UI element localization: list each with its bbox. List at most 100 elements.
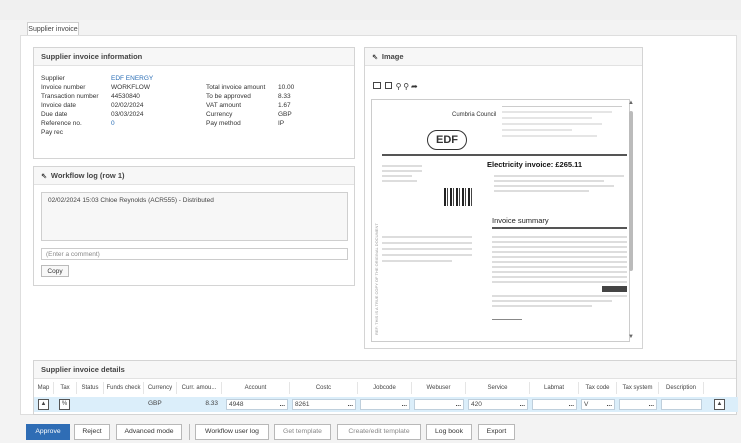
labmat-field[interactable]: ... <box>532 399 577 410</box>
zoom-out-icon[interactable]: ⚲ <box>403 82 409 91</box>
due-date-label: Due date <box>41 111 68 118</box>
account-lookup-icon[interactable]: ... <box>280 400 285 409</box>
document-heading: Electricity invoice: £265.11 <box>487 160 583 169</box>
image-header[interactable]: ⇖ Image <box>365 48 642 66</box>
get-template-button[interactable]: Get template <box>274 424 331 440</box>
total-invoice-amount-label: Total invoice amount <box>206 84 266 91</box>
scroll-thumb[interactable] <box>629 111 633 271</box>
vat-amount-value: 1.67 <box>278 102 291 109</box>
advanced-mode-button[interactable]: Advanced mode <box>116 424 182 440</box>
webuser-lookup-icon[interactable]: ... <box>456 400 461 409</box>
jobcode-field[interactable]: ... <box>360 399 410 410</box>
row-collapse-icon[interactable]: ▲ <box>714 399 725 410</box>
tab-supplier-invoice[interactable]: Supplier invoice <box>27 22 79 36</box>
invoice-details-title: Supplier invoice details <box>34 361 736 379</box>
invoice-number-value: WORKFLOW <box>111 84 150 91</box>
invoice-info-panel: Supplier invoice information Supplier ED… <box>33 47 355 159</box>
document-address <box>382 162 422 185</box>
webuser-field[interactable]: ... <box>414 399 464 410</box>
workflow-log-panel: ⇖ Workflow log (row 1) 02/02/2024 15:03 C… <box>33 166 355 286</box>
tax-code-field[interactable]: V... <box>581 399 615 410</box>
scroll-down-icon[interactable]: ▼ <box>627 334 635 340</box>
document-company: Cumbria Council <box>452 112 497 118</box>
col-webuser[interactable]: Webuser <box>412 382 466 394</box>
comment-input[interactable]: (Enter a comment) <box>41 248 348 260</box>
col-funds-check[interactable]: Funds check <box>104 382 144 394</box>
document-barcode <box>444 188 472 206</box>
image-scrollbar[interactable]: ▲ ▼ <box>627 100 635 340</box>
document-account-details <box>502 106 622 151</box>
document-signature <box>492 312 522 320</box>
print-icon[interactable] <box>373 82 381 89</box>
col-tax-code[interactable]: Tax code <box>579 382 617 394</box>
row-currency: GBP <box>148 400 162 407</box>
col-labmat[interactable]: Labmat <box>530 382 579 394</box>
rotate-icon[interactable]: ➦ <box>411 82 418 91</box>
jobcode-lookup-icon[interactable]: ... <box>402 400 407 409</box>
zoom-in-icon[interactable]: ⚲ <box>396 82 402 91</box>
supplier-value[interactable]: EDF ENERGY <box>111 75 153 82</box>
pay-method-label: Pay method <box>206 120 241 127</box>
document-divider <box>382 154 627 156</box>
col-description[interactable]: Description <box>659 382 704 394</box>
expand-icon[interactable]: ⇖ <box>372 54 378 61</box>
image-title: Image <box>381 52 404 61</box>
copy-button[interactable]: Copy <box>41 265 69 277</box>
workflow-log-header[interactable]: ⇖ Workflow log (row 1) <box>34 167 354 185</box>
reference-no-value[interactable]: 0 <box>111 120 115 127</box>
document-summary-lines <box>492 233 627 310</box>
transaction-number-value: 44530840 <box>111 93 140 100</box>
save-icon[interactable] <box>384 82 392 89</box>
col-costc[interactable]: Costc <box>290 382 358 394</box>
col-map[interactable]: Map <box>34 382 54 394</box>
workflow-log-entries: 02/02/2024 15:03 Chloe Reynolds (ACR555)… <box>41 192 348 241</box>
service-field[interactable]: 420... <box>468 399 528 410</box>
tax-system-field[interactable]: ... <box>619 399 657 410</box>
document-details-lines <box>494 172 624 195</box>
map-icon[interactable]: ▲ <box>38 399 49 410</box>
invoice-document-image: REF: THIS IS A TRUE COPY OF THE ORIGINAL… <box>371 99 630 342</box>
service-value: 420 <box>471 401 482 408</box>
description-field[interactable] <box>661 399 702 410</box>
tax-percent-icon[interactable]: % <box>59 399 70 410</box>
col-tax-system[interactable]: Tax system <box>617 382 659 394</box>
tax-system-lookup-icon[interactable]: ... <box>649 400 654 409</box>
col-status[interactable]: Status <box>77 382 104 394</box>
workflow-user-log-button[interactable]: Workflow user log <box>195 424 269 440</box>
costc-field[interactable]: 8261... <box>292 399 356 410</box>
pay-method-value: IP <box>278 120 285 127</box>
service-lookup-icon[interactable]: ... <box>520 400 525 409</box>
costc-lookup-icon[interactable]: ... <box>348 400 353 409</box>
table-row[interactable]: ▲ % GBP 8.33 4948... 8261... ... ... 420… <box>34 397 738 412</box>
log-book-button[interactable]: Log book <box>426 424 472 440</box>
currency-value: GBP <box>278 111 292 118</box>
approve-button[interactable]: Approve <box>26 424 70 440</box>
col-curr-amount[interactable]: Curr. amou... <box>177 382 222 394</box>
invoice-details-panel: Supplier invoice details Map Tax Status … <box>33 360 738 415</box>
vat-amount-label: VAT amount <box>206 102 242 109</box>
currency-label: Currency <box>206 111 233 118</box>
document-summary-title: Invoice summary <box>492 216 549 225</box>
col-jobcode[interactable]: Jobcode <box>358 382 412 394</box>
create-edit-template-button[interactable]: Create/edit template <box>337 424 421 440</box>
to-be-approved-value: 8.33 <box>278 93 291 100</box>
labmat-lookup-icon[interactable]: ... <box>569 400 574 409</box>
workflow-log-title: Workflow log (row 1) <box>50 171 125 180</box>
col-currency[interactable]: Currency <box>144 382 177 394</box>
document-side-text: REF: THIS IS A TRUE COPY OF THE ORIGINAL… <box>374 223 379 335</box>
reference-no-label: Reference no. <box>41 120 82 127</box>
tax-code-value: V <box>584 401 589 408</box>
export-button[interactable]: Export <box>478 424 515 440</box>
image-panel: ⇖ Image ⚲ ⚲ ➦ REF: THIS IS A TRUE COPY OF… <box>364 47 643 349</box>
due-date-value: 03/03/2024 <box>111 111 144 118</box>
transaction-number-label: Transaction number <box>41 93 99 100</box>
col-tax[interactable]: Tax <box>54 382 77 394</box>
reject-button[interactable]: Reject <box>74 424 110 440</box>
tax-code-lookup-icon[interactable]: ... <box>607 400 612 409</box>
col-service[interactable]: Service <box>466 382 530 394</box>
col-account[interactable]: Account <box>222 382 290 394</box>
scroll-up-icon[interactable]: ▲ <box>627 100 635 106</box>
account-field[interactable]: 4948... <box>226 399 288 410</box>
expand-icon[interactable]: ⇖ <box>41 173 47 180</box>
summary-divider <box>492 227 627 229</box>
